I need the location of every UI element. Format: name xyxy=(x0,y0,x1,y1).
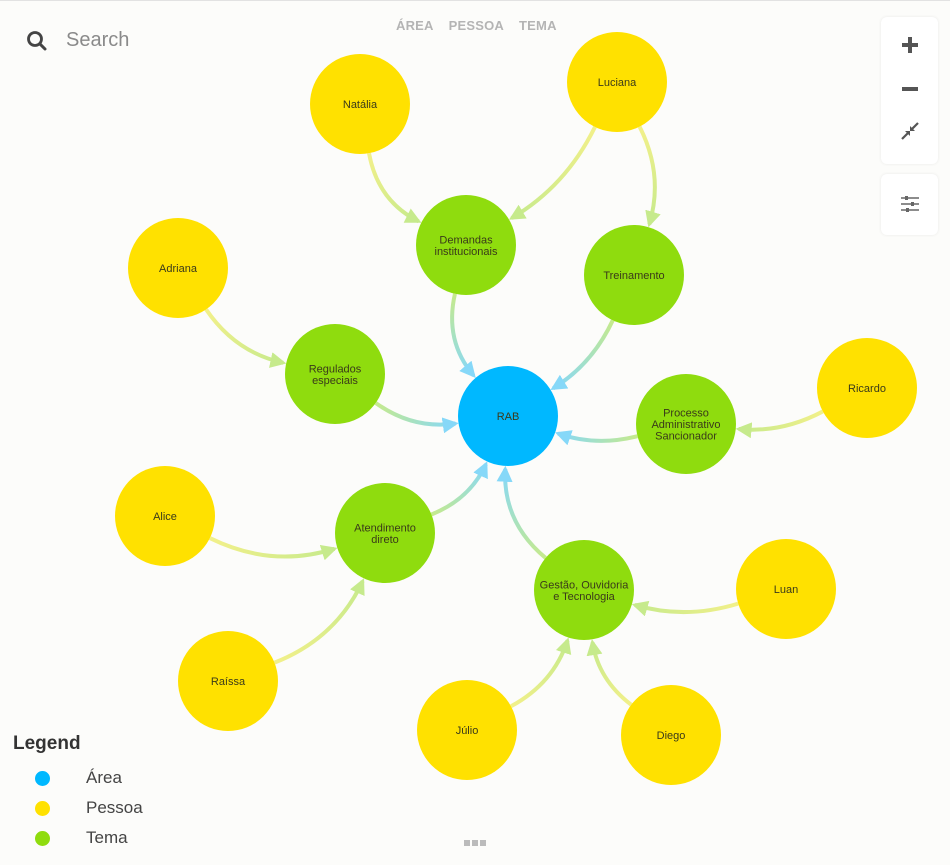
node-label: Luan xyxy=(774,584,798,596)
node-alice[interactable]: Alice xyxy=(115,466,215,566)
node-label: Sancionador xyxy=(655,431,717,443)
node-label: Raíssa xyxy=(211,676,246,688)
sliders-icon xyxy=(900,196,919,212)
node-julio[interactable]: Júlio xyxy=(417,680,517,780)
node-ricardo[interactable]: Ricardo xyxy=(817,338,917,438)
zoom-controls xyxy=(881,17,938,164)
legend-item-tema: Tema xyxy=(13,823,143,853)
node-label: direto xyxy=(371,534,399,546)
node-label: Treinamento xyxy=(603,270,664,282)
edge-luciana-demandas xyxy=(508,126,597,220)
node-label: Processo xyxy=(663,408,709,420)
settings-button[interactable] xyxy=(881,184,938,224)
type-filters: ÁREA PESSOA TEMA xyxy=(396,18,557,33)
zoom-out-button[interactable] xyxy=(881,69,938,109)
node-label: especiais xyxy=(312,375,358,387)
legend: Legend Área Pessoa Tema xyxy=(13,733,143,853)
node-gestao[interactable]: Gestão, Ouvidoriae Tecnologia xyxy=(534,540,634,640)
filter-tema[interactable]: TEMA xyxy=(519,18,557,33)
minus-icon xyxy=(901,87,918,91)
handle-dot xyxy=(464,840,470,846)
node-demandas[interactable]: Demandasinstitucionais xyxy=(416,195,516,295)
legend-label: Pessoa xyxy=(86,798,143,817)
node-label: Luciana xyxy=(598,77,637,89)
node-label: Alice xyxy=(153,511,177,523)
settings-panel xyxy=(881,174,938,235)
edge-diego-gestao xyxy=(586,639,633,707)
node-atendimento[interactable]: Atendimentodireto xyxy=(335,483,435,583)
pessoa-dot-icon xyxy=(35,800,50,816)
legend-label: Tema xyxy=(86,828,128,847)
node-label: Regulados xyxy=(309,363,362,375)
handle-dot xyxy=(472,840,478,846)
search-icon[interactable] xyxy=(26,30,48,52)
edge-adriana-regulados xyxy=(204,308,287,368)
legend-label: Área xyxy=(86,768,122,787)
edge-luciana-treinamento xyxy=(637,125,661,228)
legend-item-area: Área xyxy=(13,763,143,793)
node-label: Demandas xyxy=(439,234,493,246)
plus-icon xyxy=(901,37,918,53)
filter-pessoa[interactable]: PESSOA xyxy=(449,18,504,33)
tema-dot-icon xyxy=(35,830,50,846)
node-processo[interactable]: ProcessoAdministrativoSancionador xyxy=(636,374,736,474)
node-label: Administrativo xyxy=(651,419,720,431)
node-raissa[interactable]: Raíssa xyxy=(178,631,278,731)
collapse-arrows-icon xyxy=(900,122,919,140)
edge-regulados-rab xyxy=(374,401,459,434)
handle-dot xyxy=(480,840,486,846)
node-regulados[interactable]: Reguladosespeciais xyxy=(285,324,385,424)
node-natalia[interactable]: Natália xyxy=(310,54,410,154)
zoom-in-button[interactable] xyxy=(881,25,938,65)
edge-gestao-rab xyxy=(496,465,547,560)
edge-luan-gestao xyxy=(631,600,739,617)
edge-raissa-atendimento xyxy=(273,578,365,665)
edge-processo-rab xyxy=(555,430,638,446)
node-label: Atendimento xyxy=(354,522,416,534)
edge-demandas-rab xyxy=(450,293,476,379)
nodes-layer: RAB Demandasinstitucionais Treinamento Regu… xyxy=(115,32,917,785)
node-label: RAB xyxy=(497,411,520,423)
node-label: Natália xyxy=(343,99,378,111)
area-dot-icon xyxy=(35,770,50,786)
node-label: Gestão, Ouvidoria xyxy=(540,579,630,591)
drag-handle[interactable] xyxy=(464,840,486,846)
fit-screen-button[interactable] xyxy=(881,111,938,151)
node-diego[interactable]: Diego xyxy=(621,685,721,785)
node-label: Ricardo xyxy=(848,383,886,395)
search-input[interactable] xyxy=(64,28,268,53)
node-treinamento[interactable]: Treinamento xyxy=(584,225,684,325)
node-label: e Tecnologia xyxy=(553,591,615,603)
node-label: Júlio xyxy=(456,725,479,737)
node-label: Diego xyxy=(657,730,686,742)
search-bar xyxy=(26,28,268,53)
node-adriana[interactable]: Adriana xyxy=(128,218,228,318)
node-label: institucionais xyxy=(435,246,498,258)
node-luan[interactable]: Luan xyxy=(736,539,836,639)
node-label: Adriana xyxy=(159,263,198,275)
node-luciana[interactable]: Luciana xyxy=(567,32,667,132)
edge-julio-gestao xyxy=(510,637,572,709)
edge-atendimento-rab xyxy=(430,461,488,517)
edge-ricardo-processo xyxy=(735,409,824,439)
node-rab[interactable]: RAB xyxy=(458,366,558,466)
filter-area[interactable]: ÁREA xyxy=(396,18,434,33)
edge-treinamento-rab xyxy=(550,319,615,390)
legend-item-pessoa: Pessoa xyxy=(13,793,143,823)
legend-title: Legend xyxy=(13,733,81,754)
edge-alice-atendimento xyxy=(208,536,338,561)
edge-natalia-demandas xyxy=(367,152,422,224)
